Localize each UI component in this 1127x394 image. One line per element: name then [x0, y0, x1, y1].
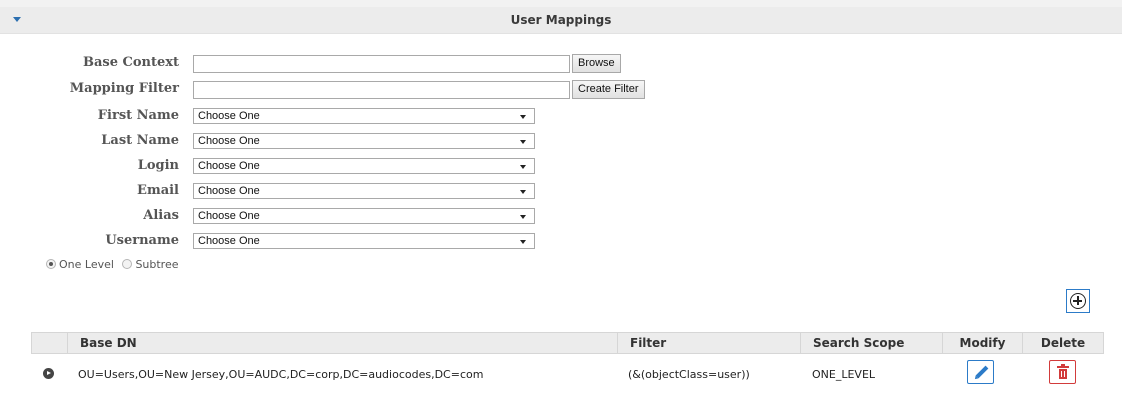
base-context-label: Base Context — [82, 55, 179, 70]
add-mapping-button[interactable] — [1066, 289, 1090, 313]
dropdown-arrow-icon — [520, 190, 526, 194]
search-scope-radio-group: One Level Subtree — [46, 258, 184, 271]
modify-header: Modify — [943, 333, 1023, 353]
first-name-label: First Name — [97, 108, 179, 123]
subtree-label[interactable]: Subtree — [135, 258, 178, 271]
mapping-filter-label: Mapping Filter — [69, 81, 179, 96]
login-select[interactable]: Choose One — [193, 158, 535, 174]
login-label: Login — [137, 158, 179, 173]
modify-button[interactable] — [967, 360, 994, 384]
plus-circle-icon — [1070, 293, 1086, 309]
filter-header: Filter — [618, 333, 801, 353]
section-header[interactable]: User Mappings — [0, 7, 1122, 34]
delete-header: Delete — [1040, 336, 1086, 350]
filter-cell: (&(objectClass=user)) — [628, 368, 750, 381]
last-name-select-value: Choose One — [198, 135, 260, 147]
search-scope-cell: ONE_LEVEL — [812, 368, 876, 381]
section-title: User Mappings — [510, 13, 612, 27]
pencil-icon — [975, 365, 989, 379]
last-name-label: Last Name — [101, 133, 179, 148]
dropdown-arrow-icon — [520, 115, 526, 119]
table-header: Base DN Filter Search Scope Modify Delet… — [31, 332, 1104, 354]
search-scope-header: Search Scope — [801, 333, 943, 353]
dropdown-arrow-icon — [520, 240, 526, 244]
delete-button[interactable] — [1049, 360, 1076, 384]
alias-select-value: Choose One — [198, 210, 260, 222]
last-name-select[interactable]: Choose One — [193, 133, 535, 149]
dropdown-arrow-icon — [520, 140, 526, 144]
subtree-radio[interactable] — [122, 259, 133, 269]
base-dn-header: Base DN — [68, 333, 618, 353]
username-select[interactable]: Choose One — [193, 233, 535, 249]
base-context-input[interactable] — [193, 55, 570, 73]
browse-button[interactable]: Browse — [572, 54, 621, 73]
table-row: OU=Users,OU=New Jersey,OU=AUDC,DC=corp,D… — [31, 356, 1104, 394]
create-filter-button[interactable]: Create Filter — [572, 80, 645, 99]
first-name-select[interactable]: Choose One — [193, 108, 535, 124]
dropdown-arrow-icon — [520, 215, 526, 219]
email-label: Email — [137, 183, 179, 198]
email-select-value: Choose One — [198, 185, 260, 197]
alias-label: Alias — [143, 208, 179, 223]
dropdown-arrow-icon — [520, 165, 526, 169]
trash-icon — [1057, 364, 1069, 379]
first-name-select-value: Choose One — [198, 110, 260, 122]
top-divider — [0, 0, 1122, 7]
username-select-value: Choose One — [198, 235, 260, 247]
one-level-radio[interactable] — [46, 259, 56, 269]
mapping-filter-input[interactable] — [193, 81, 570, 99]
username-label: Username — [105, 233, 179, 248]
email-select[interactable]: Choose One — [193, 183, 535, 199]
expand-column-header — [32, 333, 68, 353]
login-select-value: Choose One — [198, 160, 260, 172]
play-circle-icon[interactable] — [43, 368, 54, 379]
one-level-label[interactable]: One Level — [59, 258, 114, 271]
alias-select[interactable]: Choose One — [193, 208, 535, 224]
base-dn-cell: OU=Users,OU=New Jersey,OU=AUDC,DC=corp,D… — [78, 368, 484, 381]
